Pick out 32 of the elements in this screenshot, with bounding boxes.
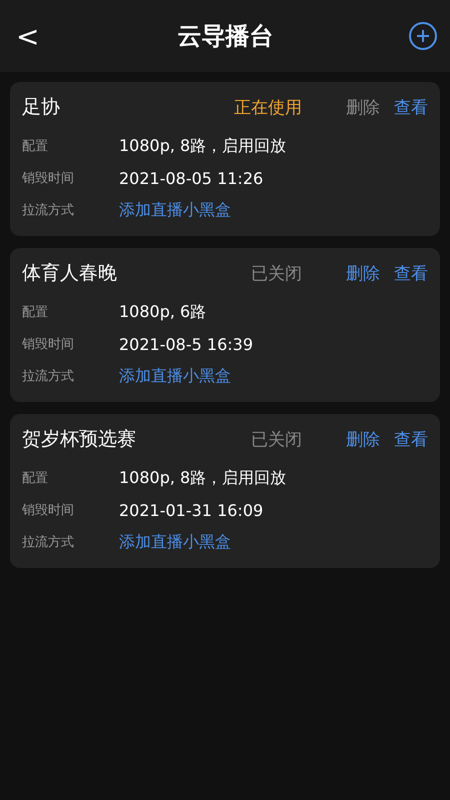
status-label: 已关闭 <box>251 262 302 284</box>
field-label: 拉流方式 <box>22 534 75 551</box>
add-box-link[interactable]: 添加直播小黑盒 <box>119 366 231 386</box>
status-label: 正在使用 <box>234 96 302 118</box>
field-label: 销毁时间 <box>22 170 75 187</box>
field-label: 配置 <box>22 470 49 487</box>
view-button[interactable]: 查看 <box>394 96 428 118</box>
add-box-link[interactable]: 添加直播小黑盒 <box>119 200 231 220</box>
page-title: 云导播台 <box>178 21 274 52</box>
field-label: 配置 <box>22 138 49 155</box>
field-value: 2021-08-05 11:26 <box>119 168 264 188</box>
add-icon[interactable] <box>408 21 438 51</box>
add-box-link[interactable]: 添加直播小黑盒 <box>119 532 231 552</box>
status-label: 已关闭 <box>251 428 302 450</box>
view-button[interactable]: 查看 <box>394 262 428 284</box>
field-value: 2021-08-5 16:39 <box>119 334 253 354</box>
field-label: 拉流方式 <box>22 368 75 385</box>
field-value: 1080p, 8路，启用回放 <box>119 136 286 156</box>
card-title: 体育人春晚 <box>22 261 118 286</box>
delete-button[interactable]: 删除 <box>346 262 380 284</box>
field-value: 2021-01-31 16:09 <box>119 500 264 520</box>
field-value: 1080p, 8路，启用回放 <box>119 468 286 488</box>
back-button[interactable]: < <box>12 20 44 52</box>
view-button[interactable]: 查看 <box>394 428 428 450</box>
field-label: 销毁时间 <box>22 502 75 519</box>
card-title: 贺岁杯预选赛 <box>22 427 137 452</box>
card-title: 足协 <box>22 95 61 120</box>
field-label: 配置 <box>22 304 49 321</box>
field-label: 销毁时间 <box>22 336 75 353</box>
field-label: 拉流方式 <box>22 202 75 219</box>
delete-button[interactable]: 删除 <box>346 428 380 450</box>
field-value: 1080p, 6路 <box>119 302 206 322</box>
